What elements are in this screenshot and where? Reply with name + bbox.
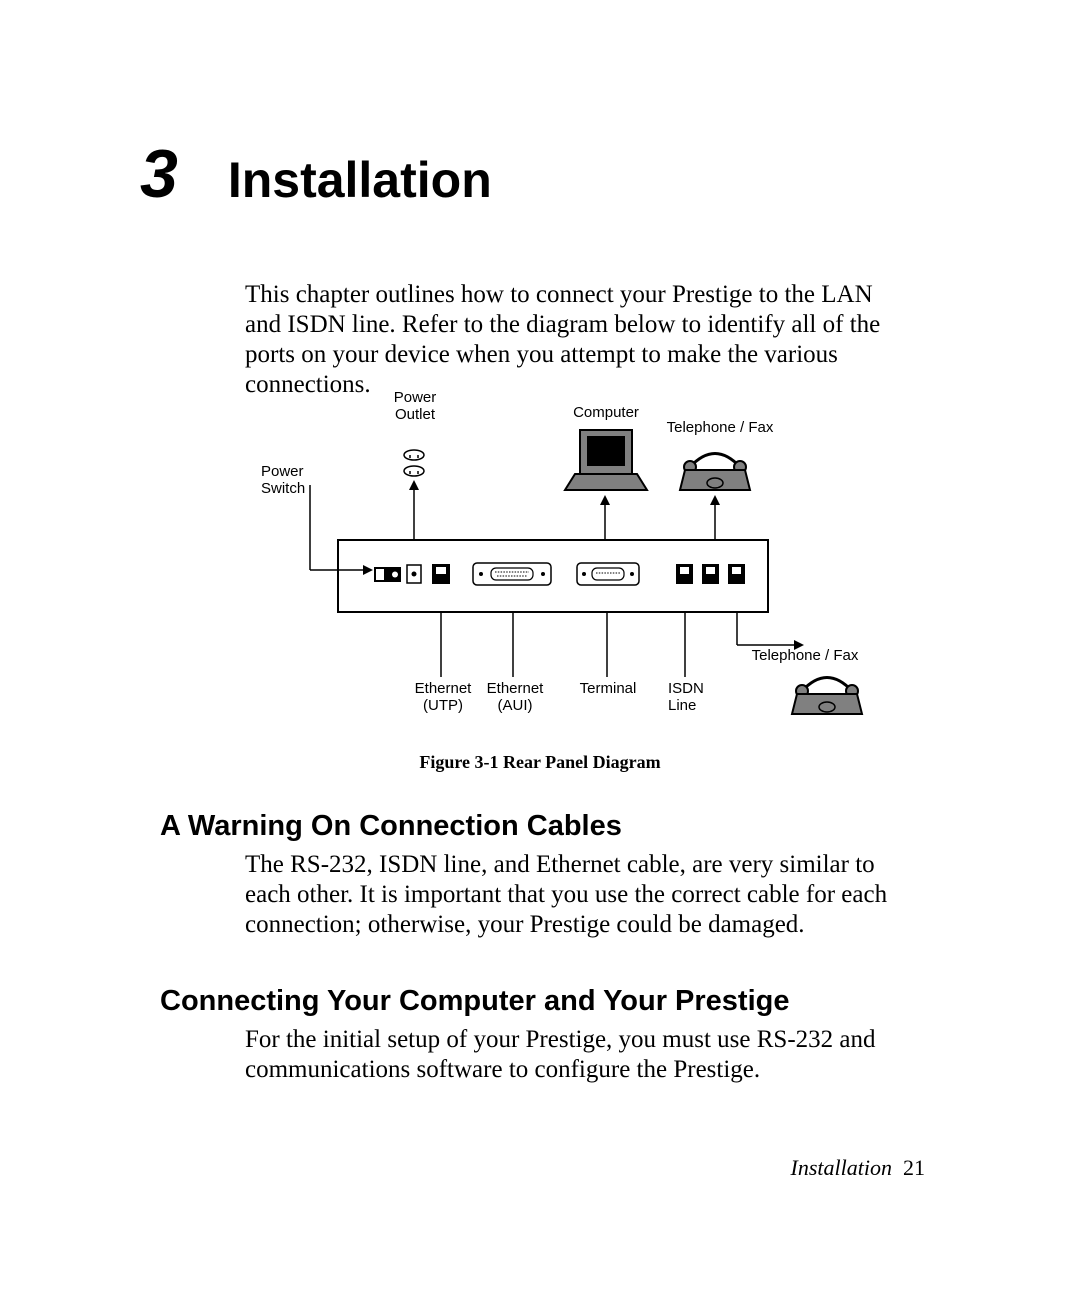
footer-section: Installation	[791, 1155, 892, 1180]
power-cable-arrow	[409, 480, 419, 540]
phone-port-2-icon	[728, 564, 745, 584]
isdn-port-icon	[676, 564, 693, 584]
power-outlet-icon	[404, 450, 424, 476]
telephone-right-icon	[792, 678, 862, 715]
intro-paragraph: This chapter outlines how to connect you…	[245, 280, 895, 400]
ethernet-aui-label: Ethernet(AUI)	[485, 681, 545, 714]
page: 3 Installation This chapter outlines how…	[0, 0, 1080, 1311]
chapter-heading: 3 Installation	[140, 135, 492, 213]
power-outlet-label: PowerOutlet	[390, 390, 440, 423]
terminal-label: Terminal	[577, 681, 639, 698]
power-switch-pointer	[310, 485, 373, 575]
computer-label: Computer	[570, 405, 642, 422]
ethernet-utp-label: Ethernet(UTP)	[413, 681, 473, 714]
figure-caption: Figure 3-1 Rear Panel Diagram	[0, 752, 1080, 773]
warning-heading: A Warning On Connection Cables	[160, 810, 622, 843]
telephone-fax-top-label: Telephone / Fax	[660, 420, 780, 437]
power-switch-label: PowerSwitch	[261, 464, 307, 497]
computer-icon	[565, 430, 647, 490]
phone-port-1-icon	[702, 564, 719, 584]
footer: Installation 21	[791, 1155, 925, 1181]
connecting-heading: Connecting Your Computer and Your Presti…	[160, 985, 789, 1018]
warning-body: The RS-232, ISDN line, and Ethernet cabl…	[245, 850, 895, 940]
computer-cable-arrow	[600, 495, 610, 540]
telephone-top-icon	[680, 454, 750, 491]
ethernet-utp-port-icon	[432, 564, 450, 584]
telephone-fax-right-label: Telephone / Fax	[745, 648, 865, 665]
telephone-right-pointer	[737, 613, 804, 650]
power-switch-icon	[374, 567, 401, 582]
power-jack-icon	[407, 565, 421, 583]
telephone-top-cable-arrow	[710, 495, 720, 540]
chapter-number: 3	[140, 135, 178, 213]
rear-panel-diagram: PowerOutlet PowerSwitch Computer Telepho…	[255, 385, 865, 730]
ethernet-aui-port-icon	[473, 563, 551, 585]
connecting-body: For the initial setup of your Prestige, …	[245, 1025, 895, 1085]
chapter-title: Installation	[228, 151, 492, 209]
footer-page-number: 21	[903, 1155, 925, 1180]
isdn-line-label: ISDNLine	[668, 681, 708, 714]
terminal-port-icon	[577, 563, 639, 585]
